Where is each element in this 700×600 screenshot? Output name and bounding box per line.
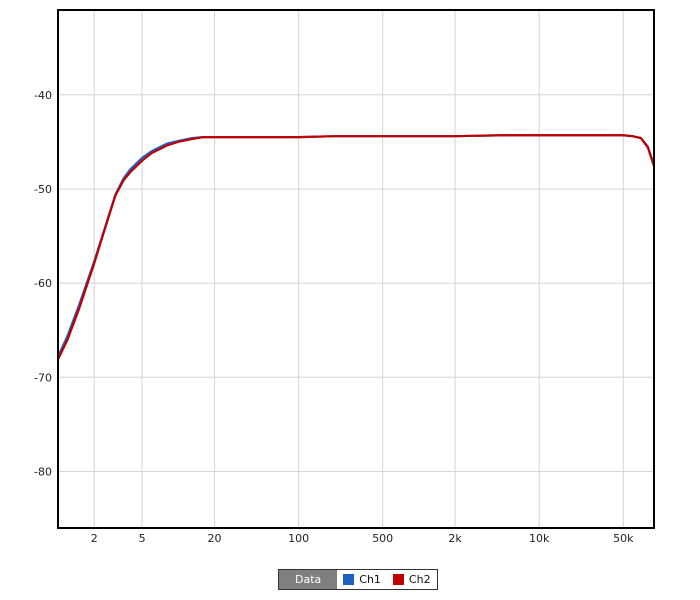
y-tick-label: -70	[34, 371, 52, 384]
x-tick-label: 20	[208, 532, 222, 545]
y-tick-label: -80	[34, 465, 52, 478]
x-tick-label: 2	[91, 532, 98, 545]
y-tick-label: -50	[34, 183, 52, 196]
legend: Data Ch1 Ch2	[278, 569, 438, 590]
x-tick-label: 500	[372, 532, 393, 545]
legend-label-ch2: Ch2	[408, 573, 431, 586]
x-tick-label: 5	[139, 532, 146, 545]
legend-title: Data	[279, 570, 338, 589]
x-tick-label: 2k	[448, 532, 462, 545]
legend-item-ch1[interactable]: Ch1	[337, 570, 387, 589]
legend-item-ch2[interactable]: Ch2	[387, 570, 437, 589]
y-axis-tick-labels: -40 -50 -60 -70 -80	[34, 89, 52, 479]
y-tick-label: -60	[34, 277, 52, 290]
legend-label-ch1: Ch1	[359, 573, 381, 586]
x-tick-label: 50k	[613, 532, 634, 545]
x-axis-tick-labels: 2 5 20 100 500 2k 10k 50k	[91, 532, 634, 545]
y-tick-label: -40	[34, 89, 52, 102]
legend-swatch-ch1	[343, 574, 355, 585]
x-tick-label: 100	[288, 532, 309, 545]
x-tick-label: 10k	[529, 532, 550, 545]
plot-background	[58, 10, 654, 528]
legend-swatch-ch2	[392, 574, 404, 585]
frequency-response-chart: 2 5 20 100 500 2k 10k 50k -40 -50 -60 -70 -80	[34, 9, 655, 545]
